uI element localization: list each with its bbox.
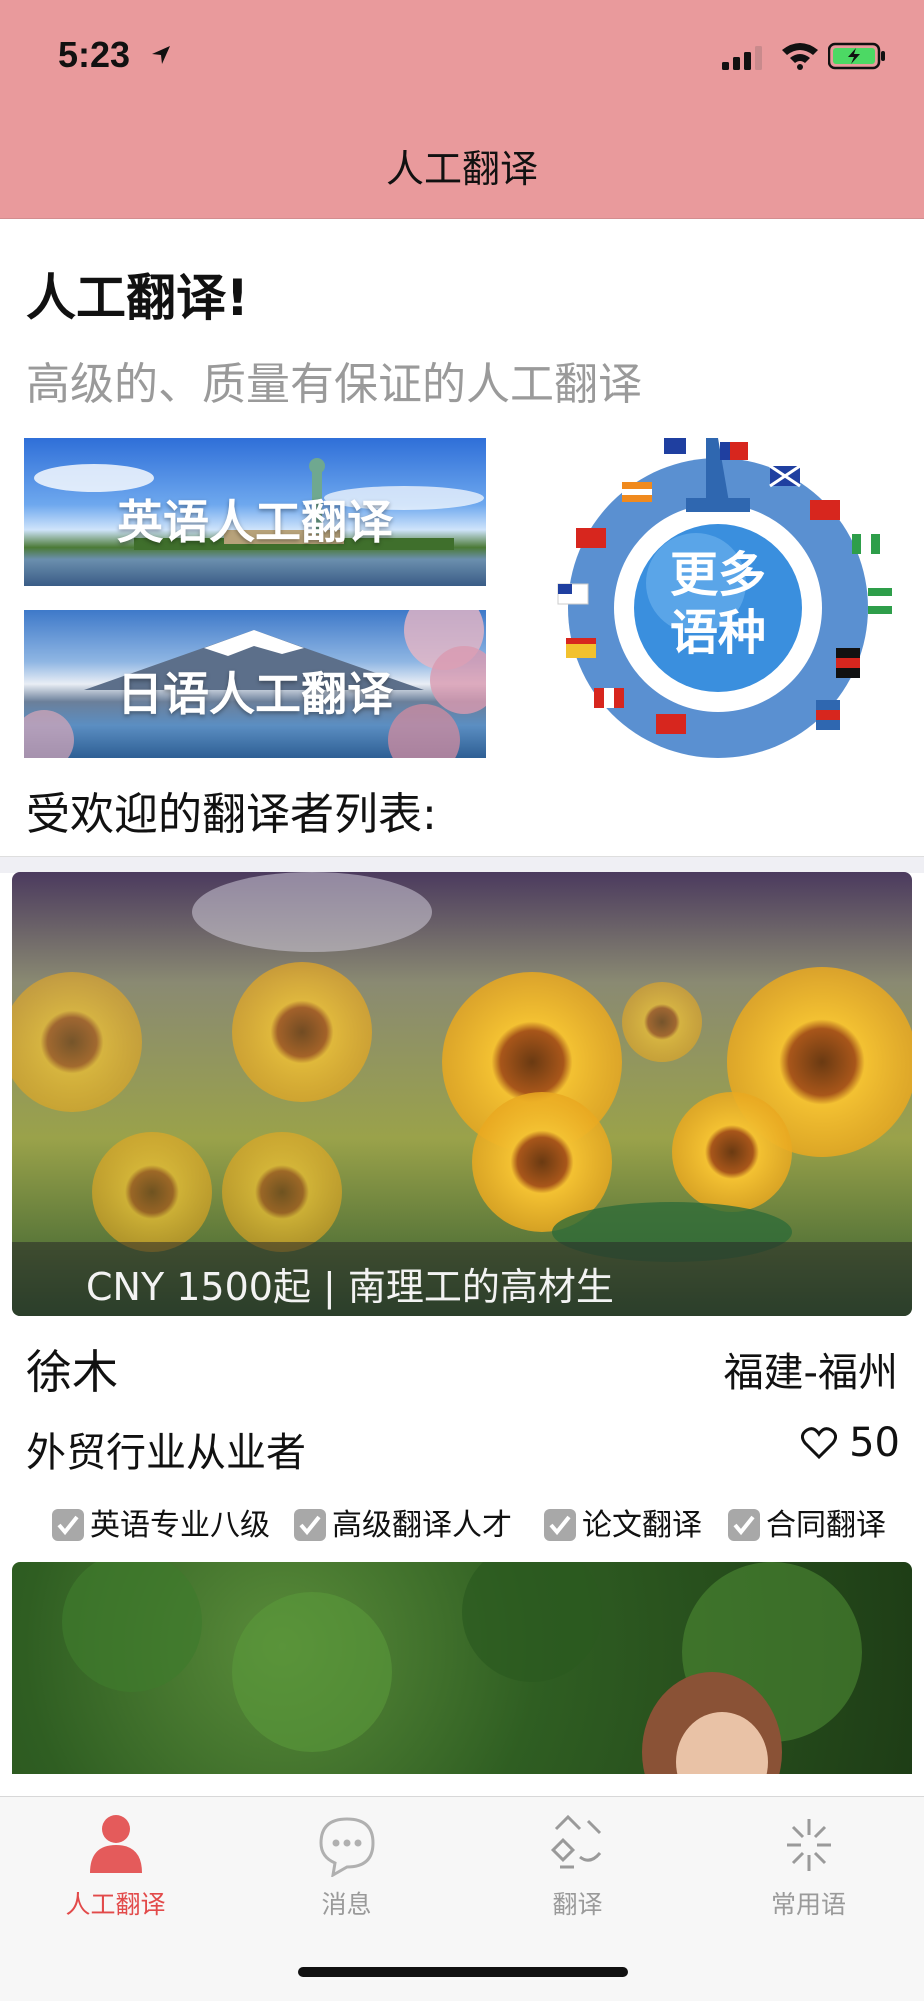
tab-human-translation[interactable]: 人工翻译: [0, 1797, 231, 1937]
price-caption: CNY 1500起 | 南理工的高材生: [86, 1265, 614, 1309]
page-title: 人工翻译: [385, 147, 538, 191]
more-languages-label: 更多 语种: [536, 546, 900, 662]
english-banner-label: 英语人工翻译: [117, 495, 393, 549]
tab-label: 消息: [321, 1890, 372, 1919]
navigation-bar: 人工翻译: [0, 110, 924, 219]
translator-name: 徐木: [26, 1345, 118, 1399]
more-languages-button[interactable]: 更多 语种: [536, 438, 900, 758]
tab-label: 常用语: [770, 1890, 846, 1919]
checkbox-checked-icon: [52, 1509, 84, 1541]
forest-portrait-photo: [62, 1562, 862, 1774]
subtitle: 高级的、质量有保证的人工翻译: [26, 359, 642, 410]
skill-tag: 论文翻译: [544, 1500, 702, 1544]
sparkle-icon: [787, 1819, 831, 1871]
section-divider: [0, 856, 924, 873]
skill-tag: 高级翻译人才: [294, 1500, 512, 1544]
status-bar: 5:23: [0, 0, 924, 110]
english-translation-banner[interactable]: 英语人工翻译: [24, 438, 486, 586]
skill-tag-label: 论文翻译: [582, 1508, 702, 1543]
translator-photo[interactable]: CNY 1500起 | 南理工的高材生: [12, 872, 912, 1316]
heart-icon: [801, 1427, 838, 1459]
more-languages-line2: 语种: [669, 605, 766, 661]
translate-icon: [550, 1814, 602, 1869]
tab-label: 翻译: [552, 1890, 603, 1919]
checkbox-checked-icon: [294, 1509, 326, 1541]
home-indicator: [298, 1967, 628, 1977]
tab-translate[interactable]: 翻译: [462, 1797, 693, 1937]
translator-location: 福建-福州: [723, 1350, 898, 1396]
checkbox-checked-icon: [544, 1509, 576, 1541]
translator-role: 外贸行业从业者: [26, 1430, 306, 1476]
person-icon: [90, 1815, 142, 1873]
tab-common-phrases[interactable]: 常用语: [693, 1797, 924, 1937]
section-title: 受欢迎的翻译者列表:: [26, 789, 437, 840]
tab-messages[interactable]: 消息: [231, 1797, 462, 1937]
chat-bubble-icon: [319, 1817, 375, 1877]
checkbox-checked-icon: [728, 1509, 760, 1541]
status-time: 5:23: [58, 34, 131, 75]
location-arrow-icon: [152, 46, 170, 64]
skill-tag-label: 高级翻译人才: [332, 1508, 512, 1543]
likes-counter[interactable]: 50: [801, 1420, 900, 1466]
japanese-banner-label: 日语人工翻译: [117, 667, 393, 721]
skill-tag: 合同翻译: [728, 1500, 886, 1544]
battery-icon: [828, 42, 885, 70]
photo-caption-bar: CNY 1500起 | 南理工的高材生: [12, 1242, 912, 1316]
tab-label: 人工翻译: [65, 1890, 166, 1919]
headline: 人工翻译!: [26, 269, 249, 327]
skill-tag-label: 合同翻译: [766, 1508, 886, 1543]
cellular-signal-icon: [722, 46, 762, 70]
skill-tag-label: 英语专业八级: [90, 1508, 270, 1543]
skill-tag: 英语专业八级: [52, 1500, 270, 1544]
more-languages-line1: 更多: [669, 547, 766, 603]
translator-photo[interactable]: [12, 1562, 912, 1774]
likes-count: 50: [849, 1420, 900, 1466]
wifi-icon: [782, 43, 818, 70]
tab-bar: 人工翻译 消息 翻译 常用语: [0, 1796, 924, 2001]
japanese-translation-banner[interactable]: 日语人工翻译: [24, 610, 486, 758]
